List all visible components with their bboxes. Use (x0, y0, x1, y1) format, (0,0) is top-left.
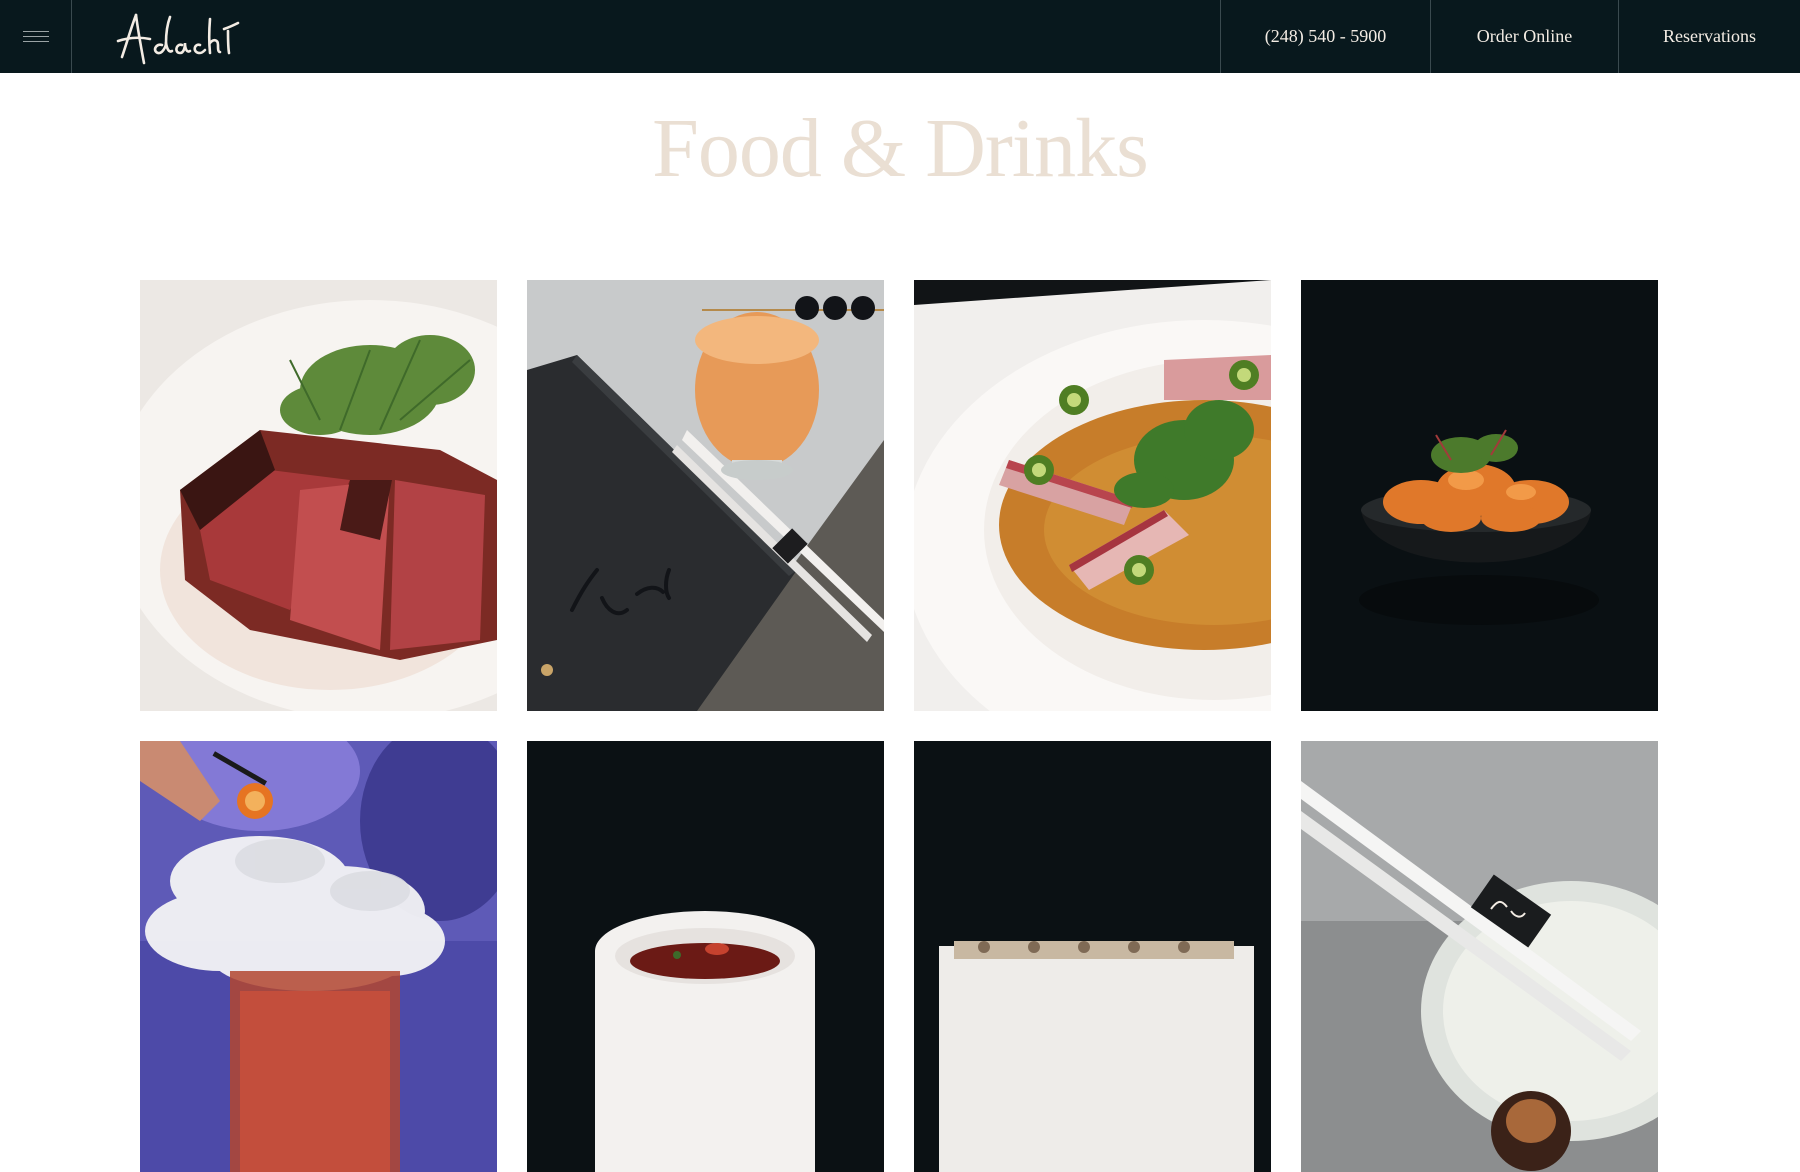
gallery-photo[interactable] (527, 741, 884, 1172)
gallery-photo[interactable] (1301, 741, 1658, 1172)
shrimp-bowl-photo (1301, 280, 1658, 711)
crudo-dish-photo (914, 280, 1271, 711)
gallery-photo[interactable] (914, 741, 1271, 1172)
reservations-link[interactable]: Reservations (1618, 0, 1800, 73)
page-title: Food & Drinks (652, 102, 1149, 195)
gallery-photo[interactable] (140, 741, 497, 1172)
smoking-cocktail-photo (140, 741, 497, 1172)
order-online-link[interactable]: Order Online (1430, 0, 1618, 73)
menu-button[interactable] (0, 0, 72, 73)
site-header: (248) 540 - 5900 Order Online Reservatio… (0, 0, 1800, 73)
gallery-photo[interactable] (1301, 280, 1658, 711)
soup-bowl-photo (527, 741, 884, 1172)
logo[interactable] (72, 0, 252, 73)
gallery-photo[interactable] (140, 280, 497, 711)
menu-cocktail-photo (527, 280, 884, 711)
steak-dish-photo (140, 280, 497, 711)
hamburger-icon (22, 27, 49, 46)
gallery-photo[interactable] (914, 280, 1271, 711)
plated-roll-photo (914, 741, 1271, 1172)
adachi-logo-icon (116, 13, 240, 64)
gallery-photo[interactable] (527, 280, 884, 711)
chopsticks-drink-photo (1301, 741, 1658, 1172)
phone-link[interactable]: (248) 540 - 5900 (1220, 0, 1430, 73)
